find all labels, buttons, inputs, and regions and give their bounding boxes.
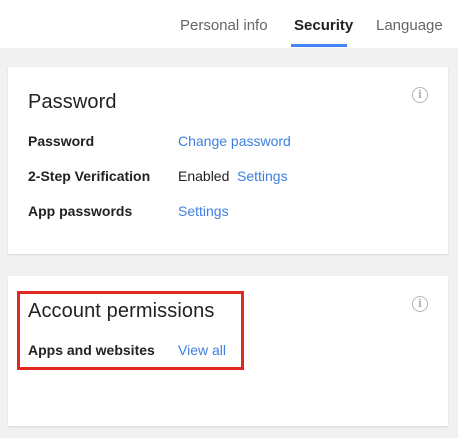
account-permissions-card: Account permissions i Apps and websites … <box>8 276 448 426</box>
password-card: Password i Password Change password 2-St… <box>8 67 448 254</box>
app-passwords-settings-link[interactable]: Settings <box>178 203 229 219</box>
tab-security[interactable]: Security <box>294 17 353 34</box>
change-password-link[interactable]: Change password <box>178 133 291 149</box>
two-step-verification-status: Enabled <box>178 168 230 184</box>
tab-language[interactable]: Language <box>376 17 443 34</box>
password-card-title: Password <box>28 91 117 113</box>
info-icon[interactable]: i <box>412 87 428 103</box>
two-step-verification-label: 2-Step Verification <box>28 168 151 184</box>
app-passwords-label: App passwords <box>28 203 133 219</box>
tab-bar: Personal info Security Language <box>0 0 458 48</box>
account-permissions-card-title: Account permissions <box>28 300 215 322</box>
info-icon[interactable]: i <box>412 296 428 312</box>
password-row-label: Password <box>28 133 95 149</box>
active-tab-indicator <box>291 44 347 47</box>
tab-personal-info[interactable]: Personal info <box>180 17 268 34</box>
view-all-link[interactable]: View all <box>178 342 226 358</box>
two-step-verification-settings-link[interactable]: Settings <box>237 168 288 184</box>
apps-and-websites-label: Apps and websites <box>28 342 155 358</box>
